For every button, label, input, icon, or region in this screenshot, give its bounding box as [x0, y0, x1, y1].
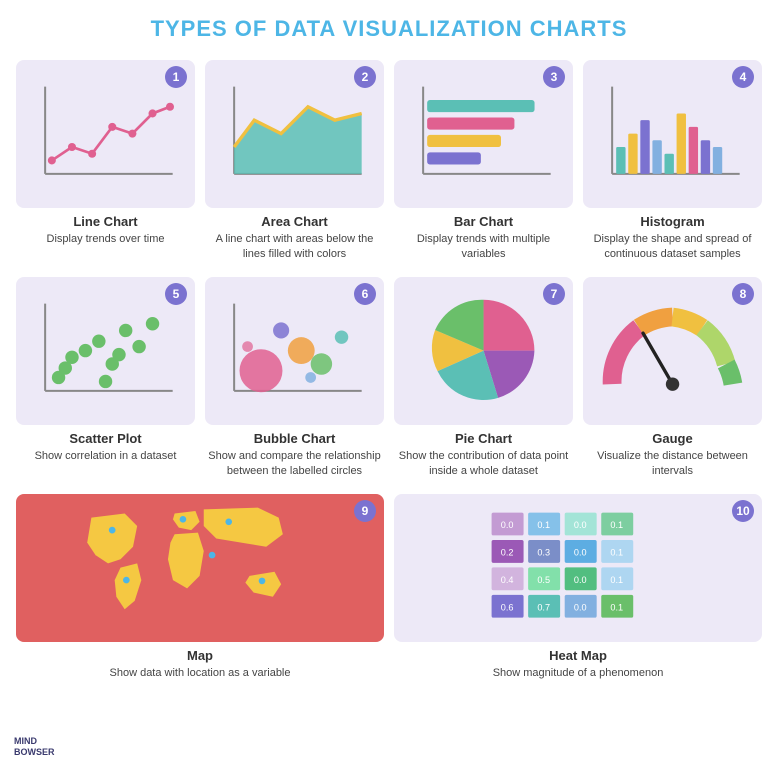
heatmap-name: Heat Map [549, 648, 607, 663]
area-chart-box: 2 [205, 60, 384, 208]
histogram-name: Histogram [640, 214, 704, 229]
badge-6: 6 [354, 283, 376, 305]
gauge-box: 8 [583, 277, 762, 425]
area-chart-desc: A line chart with areas below the lines … [205, 232, 384, 263]
badge-1: 1 [165, 66, 187, 88]
card-histogram: 4 Histogram Display the shape and spread… [583, 60, 762, 263]
gauge-desc: Visualize the distance between intervals [583, 449, 762, 480]
bar-chart-name: Bar Chart [454, 214, 513, 229]
pie-box: 7 [394, 277, 573, 425]
svg-text:0.1: 0.1 [610, 548, 623, 558]
line-chart-desc: Display trends over time [47, 232, 165, 247]
charts-grid: 1 Line Chart Display trends over time [16, 60, 762, 480]
line-chart-name: Line Chart [73, 214, 137, 229]
scatter-name: Scatter Plot [69, 431, 141, 446]
card-heatmap: 10 0.0 0.1 0.0 0.1 0.2 0.3 0.0 0.1 [394, 494, 762, 681]
gauge-svg [592, 284, 753, 417]
badge-2: 2 [354, 66, 376, 88]
bottom-grid: 9 [16, 494, 762, 681]
pie-svg [403, 284, 564, 417]
card-scatter: 5 Scatter Plot Show correlation in a dat… [16, 277, 195, 480]
bar-chart-svg [403, 67, 564, 200]
badge-8: 8 [732, 283, 754, 305]
card-area-chart: 2 Area Chart A line chart with areas bel… [205, 60, 384, 263]
pie-name: Pie Chart [455, 431, 512, 446]
gauge-name: Gauge [652, 431, 692, 446]
area-chart-svg [214, 67, 375, 200]
map-desc: Show data with location as a variable [110, 666, 291, 681]
svg-text:0.0: 0.0 [573, 603, 586, 613]
svg-text:0.2: 0.2 [500, 548, 513, 558]
heatmap-svg: 0.0 0.1 0.0 0.1 0.2 0.3 0.0 0.1 0.4 [420, 508, 737, 627]
area-chart-name: Area Chart [261, 214, 327, 229]
svg-text:0.1: 0.1 [537, 520, 550, 530]
bar-chart-box: 3 [394, 60, 573, 208]
card-line-chart: 1 Line Chart Display trends over time [16, 60, 195, 263]
heatmap-desc: Show magnitude of a phenomenon [493, 666, 664, 681]
bubble-desc: Show and compare the relationship betwee… [205, 449, 384, 480]
card-bar-chart: 3 Bar Chart Display trends with multiple… [394, 60, 573, 263]
svg-text:0.0: 0.0 [573, 548, 586, 558]
svg-text:0.5: 0.5 [537, 575, 550, 585]
svg-text:0.0: 0.0 [500, 520, 513, 530]
badge-7: 7 [543, 283, 565, 305]
scatter-desc: Show correlation in a dataset [35, 449, 177, 464]
map-box: 9 [16, 494, 384, 642]
histogram-svg [592, 67, 753, 200]
branding: MINDBOWSER [14, 736, 55, 758]
svg-text:0.1: 0.1 [610, 575, 623, 585]
bar-chart-desc: Display trends with multiple variables [394, 232, 573, 263]
badge-9: 9 [354, 500, 376, 522]
card-gauge: 8 Gauge Visualize the distance between i… [583, 277, 762, 480]
badge-4: 4 [732, 66, 754, 88]
histogram-desc: Display the shape and spread of continuo… [583, 232, 762, 263]
bubble-svg [214, 284, 375, 417]
page-title: TYPES OF DATA VISUALIZATION CHARTS [16, 16, 762, 42]
svg-text:0.0: 0.0 [573, 520, 586, 530]
scatter-svg [25, 284, 186, 417]
svg-text:0.7: 0.7 [537, 603, 550, 613]
svg-text:0.1: 0.1 [610, 603, 623, 613]
badge-5: 5 [165, 283, 187, 305]
card-pie: 7 Pie Chart Show the contribution of dat… [394, 277, 573, 480]
badge-3: 3 [543, 66, 565, 88]
map-svg [34, 501, 365, 634]
badge-10: 10 [732, 500, 754, 522]
svg-text:0.3: 0.3 [537, 548, 550, 558]
svg-text:0.0: 0.0 [573, 575, 586, 585]
svg-text:0.6: 0.6 [500, 603, 513, 613]
line-chart-box: 1 [16, 60, 195, 208]
line-chart-svg [25, 67, 186, 200]
bubble-box: 6 [205, 277, 384, 425]
pie-desc: Show the contribution of data point insi… [394, 449, 573, 480]
card-bubble: 6 Bubble Chart Show and compare the rela… [205, 277, 384, 480]
map-name: Map [187, 648, 213, 663]
svg-text:0.1: 0.1 [610, 520, 623, 530]
histogram-box: 4 [583, 60, 762, 208]
bubble-name: Bubble Chart [254, 431, 336, 446]
heatmap-box: 10 0.0 0.1 0.0 0.1 0.2 0.3 0.0 0.1 [394, 494, 762, 642]
svg-text:0.4: 0.4 [500, 575, 513, 585]
card-map: 9 [16, 494, 384, 681]
scatter-box: 5 [16, 277, 195, 425]
